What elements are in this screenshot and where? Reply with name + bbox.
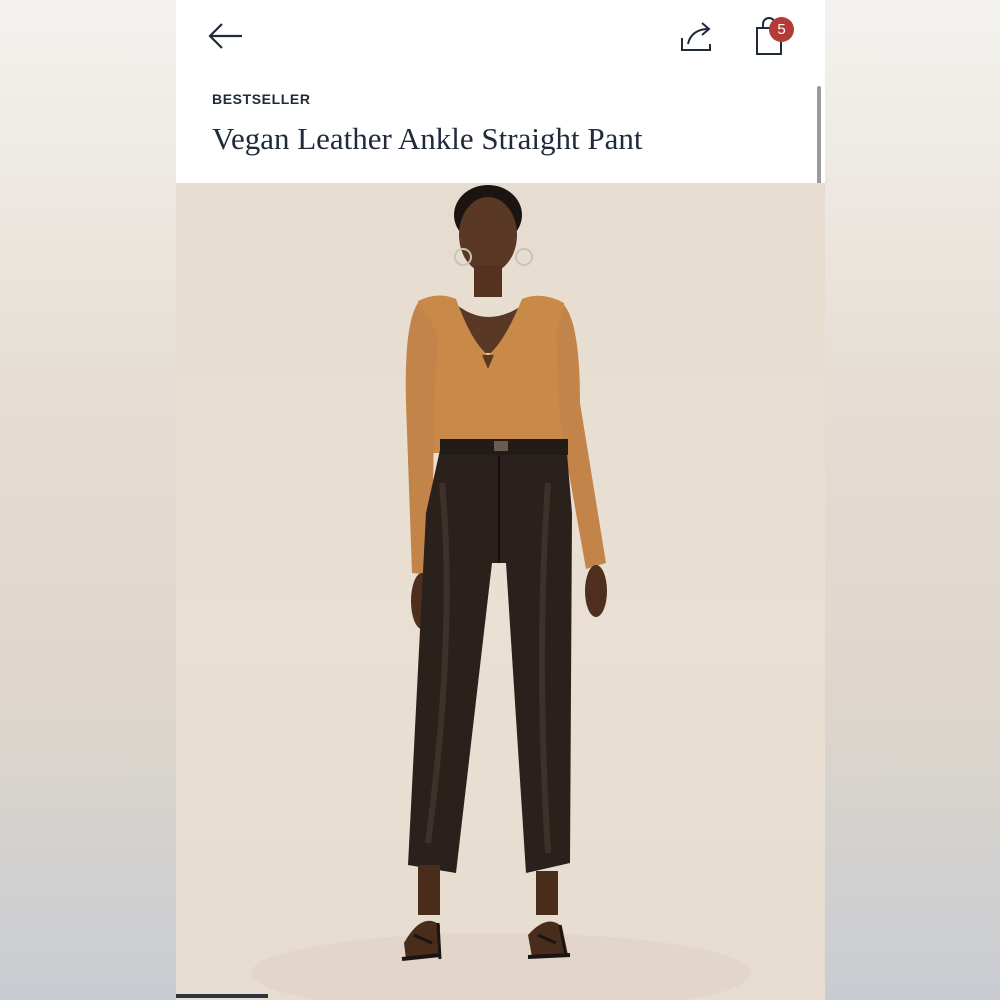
- product-image[interactable]: [176, 183, 825, 1000]
- model-illustration: [251, 185, 751, 1000]
- left-blurred-margin: [0, 0, 176, 1000]
- product-page: 5 BESTSELLER Vegan Leather Ankle Straigh…: [176, 0, 825, 1000]
- right-blurred-margin: [825, 0, 1000, 1000]
- share-icon: [681, 22, 711, 51]
- share-button[interactable]: [676, 16, 718, 58]
- cart-count-badge: 5: [769, 17, 794, 42]
- back-button[interactable]: [206, 18, 246, 54]
- product-title: Vegan Leather Ankle Straight Pant: [212, 121, 643, 156]
- arrow-left-icon: [208, 23, 242, 49]
- top-navigation-bar: 5: [176, 0, 825, 80]
- shopping-bag-button[interactable]: 5: [750, 14, 798, 60]
- carousel-progress-indicator: [176, 994, 268, 998]
- bestseller-label: BESTSELLER: [212, 91, 311, 107]
